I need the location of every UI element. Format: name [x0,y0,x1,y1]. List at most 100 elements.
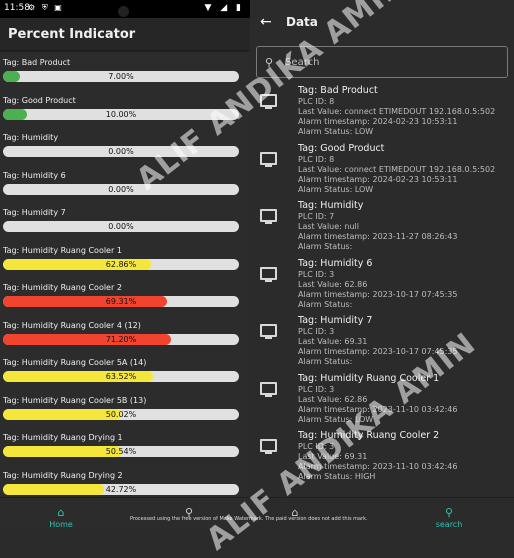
page-title: Percent Indicator [8,26,136,42]
data-tag: Tag: Humidity [298,200,364,211]
search-icon: ⚲ [265,55,274,69]
data-alarm-timestamp: Alarm timestamp: 2024-02-23 10:53:11 [298,174,458,184]
data-plc-id: PLC ID: 8 [298,154,335,164]
tag-label: Tag: Humidity Ruang Drying 2 [3,470,123,480]
data-last-value: Last Value: connect ETIMEDOUT 192.168.0.… [298,107,496,116]
tag-label: Tag: Humidity Ruang Cooler 1 [3,245,122,255]
data-alarm-timestamp: Alarm timestamp: 2023-10-17 07:45:35 [298,289,458,299]
nav-home-label: Home [49,520,73,528]
data-screen: ← Data ⚲ Tag: Bad ProductPLC ID: 8Last V… [250,0,514,528]
data-tag: Tag: Humidity 6 [298,257,373,269]
tag-label: Tag: Humidity Ruang Cooler 5B (13) [3,395,147,405]
monitor-icon [260,439,277,454]
percent-value: 10.00% [105,109,137,119]
data-alarm-timestamp: Alarm timestamp: 2023-10-17 07:45:35 [298,347,458,356]
progress-track: 50.54% [3,446,239,457]
app-bar: Percent Indicator [0,18,250,50]
percent-value: 62.86% [105,259,137,269]
percent-row: Tag: Humidity Ruang Cooler 5B (13) 50.02% [3,392,242,430]
percent-indicator-screen: 11:58 ⚙ ⛨ ▣ ▼ ◢ ▮ Percent Indicator Tag:… [0,0,251,528]
progress-track: 50.02% [3,408,239,420]
data-plc-id: PLC ID: 3 [298,442,335,451]
monitor-icon [260,324,277,339]
data-alarm-timestamp: Alarm timestamp: 2023-11-10 03:42:46 [298,404,458,414]
data-plc-id: PLC ID: 3 [298,384,335,394]
data-last-value: Last Value: connect ETIMEDOUT 192.168.0.… [298,164,496,174]
data-last-value: Last Value: 62.86 [298,279,368,289]
data-list-item[interactable]: Tag: Humidity PLC ID: 7 Last Value: null Al… [250,199,514,257]
nav-search-label: search [435,520,463,528]
data-alarm-status: Alarm Status: LOW [298,127,374,136]
percent-value: 42.72% [105,484,137,494]
progress-track: 42.72% [3,483,239,495]
percent-value: 0.00% [108,222,134,231]
monitor-icon [260,381,277,397]
data-list-item[interactable]: Tag: Humidity 7 PLC ID: 3 Last Value: 69.3… [250,314,514,372]
data-alarm-status: Alarm Status: [298,299,353,309]
progress-track: 0.00% [3,183,239,195]
percent-value: 63.52% [105,372,137,381]
data-alarm-status: Alarm Status: LOW [298,184,374,194]
percent-row: Tag: Humidity 7 0.00% [3,204,242,242]
percent-row: Tag: Humidity Ruang Drying 1 50.54% [3,429,242,467]
data-tag: Tag: Bad Product [298,85,378,96]
progress-track: 63.52% [3,371,239,382]
status-icons: ⚙ ⛨ ▣ [28,3,64,12]
progress-track: 62.86% [3,258,239,270]
data-alarm-status: Alarm Status: [298,357,353,366]
data-alarm-timestamp: Alarm timestamp: 2024-02-23 10:53:11 [298,117,458,126]
search-field[interactable]: ⚲ [256,46,508,78]
back-arrow-icon[interactable]: ← [260,14,286,30]
data-alarm-status: Alarm Status: HIGH [298,472,376,481]
data-last-value: Last Value: 69.31 [298,452,368,461]
progress-track: 10.00% [3,108,239,120]
data-list-item[interactable]: Tag: Humidity Ruang Cooler 1 PLC ID: 3 Las… [250,372,514,430]
percent-row: Tag: Humidity Ruang Cooler 2 69.31% [3,279,242,317]
watermark-footer-note: Processed using the free version of Make… [130,516,368,522]
percent-value: 69.31% [105,297,137,306]
percent-value: 0.00% [108,147,134,156]
percent-value: 71.20% [105,334,137,344]
search-icon: ⚲ [444,506,454,519]
data-alarm-status: Alarm Status: [298,242,353,251]
percent-row: Tag: Humidity Ruang Cooler 5A (14) 63.52% [3,354,242,392]
progress-track: 0.00% [3,221,239,232]
page-title-data: Data [286,15,318,29]
tag-label: Tag: Humidity Ruang Cooler 5A (14) [3,358,147,367]
data-plc-id: PLC ID: 7 [298,212,335,221]
bottom-nav: ⌂ Home ⚲ [0,497,250,528]
home-icon: ⌂ [57,506,65,519]
data-plc-id: PLC ID: 8 [298,97,335,106]
data-tag: Tag: Humidity Ruang Cooler 1 [298,372,440,384]
tag-label: Tag: Bad Product [3,58,71,67]
data-tag: Tag: Good Product [298,142,385,154]
data-alarm-timestamp: Alarm timestamp: 2023-11-27 08:26:43 [298,232,458,241]
data-tag: Tag: Humidity Ruang Cooler 2 [298,430,440,441]
tag-label: Tag: Humidity 7 [3,208,66,217]
status-bar: 11:58 ⚙ ⛨ ▣ ▼ ◢ ▮ [0,0,250,18]
camera-cutout [118,6,129,17]
data-plc-id: PLC ID: 3 [298,269,335,279]
percent-row: Tag: Humidity Ruang Cooler 1 62.86% [3,242,242,280]
search-input[interactable] [283,55,488,69]
tag-label: Tag: Humidity Ruang Cooler 2 [3,283,122,292]
nav-search[interactable]: ⚲ search [424,501,474,528]
app-bar-data: ← Data [250,8,514,36]
data-list-item[interactable]: Tag: Bad Product PLC ID: 8 Last Value: con… [250,84,514,142]
data-alarm-timestamp: Alarm timestamp: 2023-11-10 03:42:46 [298,462,458,471]
status-time: 11:58 [4,3,30,13]
percent-value: 50.02% [105,409,137,419]
nav-home[interactable]: ⌂ Home [36,501,86,528]
tag-label: Tag: Humidity [3,133,59,142]
data-list-item[interactable]: Tag: Humidity Ruang Cooler 2 PLC ID: 3 Las… [250,429,514,487]
progress-track: 69.31% [3,296,239,307]
percent-row: Tag: Humidity 0.00% [3,129,242,167]
tag-label: Tag: Humidity Ruang Drying 1 [3,433,123,442]
percent-value: 7.00% [108,72,134,81]
system-icons: ▼ ◢ ▮ [204,3,244,13]
bottom-nav-data: ⌂ ⚲ search [250,497,514,528]
data-list: Tag: Bad Product PLC ID: 8 Last Value: con… [250,84,514,487]
data-list-item[interactable]: Tag: Humidity 6 PLC ID: 3 Last Value: 62.8… [250,257,514,315]
percent-value: 50.54% [105,447,137,456]
data-list-item[interactable]: Tag: Good Product PLC ID: 8 Last Value: co… [250,142,514,200]
